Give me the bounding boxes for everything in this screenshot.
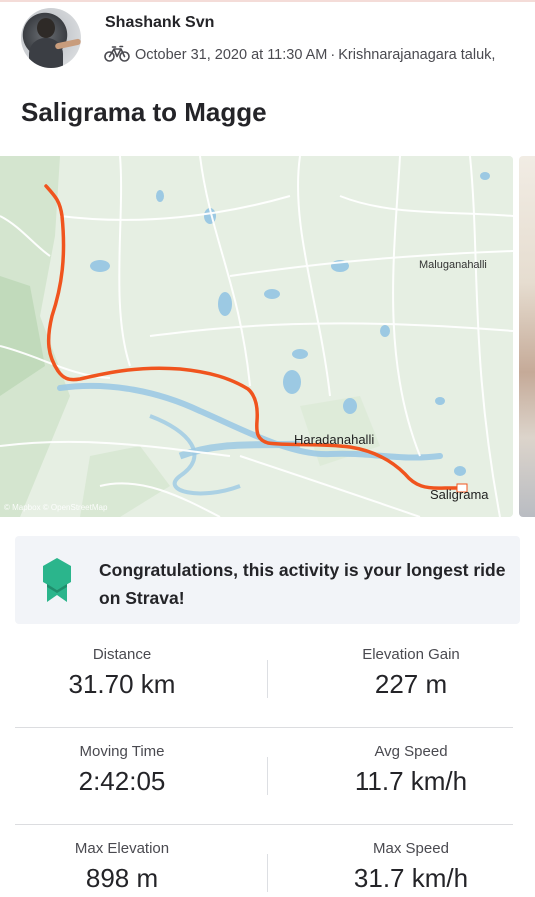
- stats-row: Moving Time 2:42:05 Avg Speed 11.7 km/h: [0, 727, 535, 823]
- activity-photo-peek[interactable]: [519, 156, 535, 517]
- stat-value: 31.70 km: [68, 669, 176, 699]
- stat-label: Moving Time: [79, 743, 165, 760]
- stat-label: Max Speed: [373, 840, 449, 857]
- map-label-saligrama: Saligrama: [430, 487, 489, 502]
- stats-row: Max Elevation 898 m Max Speed 31.7 km/h: [0, 824, 535, 897]
- stat-avg-speed: Avg Speed 11.7 km/h: [281, 727, 535, 797]
- stat-divider: [267, 757, 268, 795]
- stat-divider: [267, 854, 268, 892]
- achievement-text: Congratulations, this activity is your l…: [99, 560, 506, 608]
- stat-max-speed: Max Speed 31.7 km/h: [281, 824, 535, 894]
- stat-divider: [267, 660, 268, 698]
- stat-value: 227 m: [374, 669, 448, 699]
- activity-title: Saligrama to Magge: [21, 97, 267, 127]
- stat-moving-time: Moving Time 2:42:05: [0, 727, 252, 797]
- activity-location: Krishnarajanagara taluk,: [338, 47, 496, 63]
- map-canvas: [0, 156, 513, 517]
- stat-value: 898 m: [85, 863, 159, 893]
- avatar-figure-head: [37, 18, 55, 38]
- activity-date: October 31, 2020 at 11:30 AM: [135, 47, 328, 63]
- meta-separator: ·: [330, 47, 336, 63]
- stat-elevation-gain: Elevation Gain 227 m: [281, 630, 535, 700]
- route-map[interactable]: Maluganahalli Haradanahalli Saligrama © …: [0, 156, 513, 517]
- athlete-avatar[interactable]: [21, 8, 81, 68]
- stat-label: Distance: [92, 646, 152, 663]
- stats-row: Distance 31.70 km Elevation Gain 227 m: [0, 630, 535, 726]
- map-label-haradanahalli: Haradanahalli: [294, 432, 375, 447]
- athlete-name[interactable]: Shashank Svn: [105, 14, 214, 32]
- badge-icon: [43, 558, 71, 602]
- stat-value: 2:42:05: [78, 766, 166, 796]
- activity-header: Shashank Svn October 31, 2020 at 11:30 A…: [0, 0, 535, 80]
- map-attribution[interactable]: © Mapbox © OpenStreetMap: [4, 503, 107, 512]
- stat-label: Avg Speed: [374, 743, 448, 760]
- map-label-maluganahalli: Maluganahalli: [419, 259, 487, 271]
- stat-label: Elevation Gain: [362, 646, 460, 663]
- avatar-figure-arm: [54, 38, 81, 50]
- stat-value: 31.7 km/h: [353, 863, 469, 893]
- bike-icon: [104, 45, 130, 62]
- stat-max-elevation: Max Elevation 898 m: [0, 824, 252, 894]
- stat-value: 11.7 km/h: [354, 766, 468, 796]
- stat-label: Max Elevation: [74, 840, 170, 857]
- activity-meta: October 31, 2020 at 11:30 AM · Krishnaraja…: [104, 45, 535, 65]
- stat-distance: Distance 31.70 km: [0, 630, 252, 700]
- achievement-banner[interactable]: Congratulations, this activity is your l…: [15, 536, 520, 624]
